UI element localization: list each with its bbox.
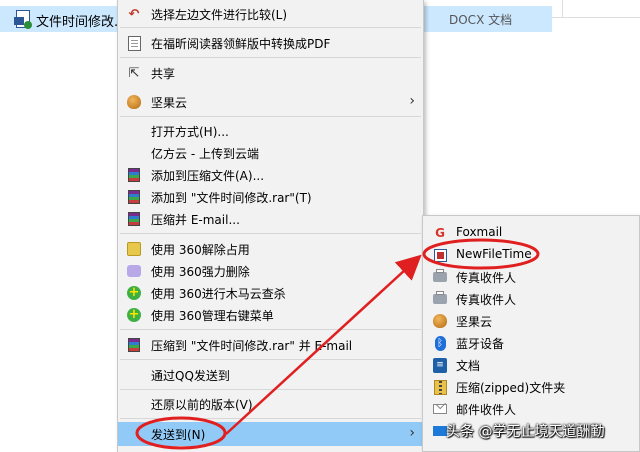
column-header-area: [552, 0, 640, 18]
360-scan-icon: +: [127, 285, 141, 300]
menu-item-label: 打开方式(H)...: [151, 125, 229, 139]
chevron-right-icon: ›: [409, 93, 415, 109]
nutstore-icon: [126, 94, 142, 110]
pdf-document-icon: [126, 35, 142, 51]
menu-item-compress-rar-email[interactable]: 压缩到 "文件时间修改.rar" 并 E-mail: [118, 334, 423, 356]
menu-item-label: 添加到压缩文件(A)...: [151, 169, 265, 183]
submenu-item-label: 文档: [456, 359, 481, 373]
submenu-item-label: 传真收件人: [456, 271, 517, 285]
menu-separator: [120, 233, 421, 234]
menu-item-label: 压缩并 E-mail...: [151, 213, 240, 227]
menu-separator: [120, 418, 421, 419]
menu-item-label: 在福昕阅读器领鲜版中转换成PDF: [151, 37, 331, 51]
submenu-item-label: NewFileTime: [456, 247, 532, 261]
menu-item-open-with[interactable]: 打开方式(H)...: [118, 120, 423, 142]
watermark-text: 头条 @学无止境天道酬勤: [446, 424, 605, 440]
submenu-item-fax-recipient[interactable]: 传真收件人: [423, 266, 639, 288]
menu-item-360-trojan-scan[interactable]: + 使用 360进行木马云查杀: [118, 282, 423, 304]
submenu-item-nutstore[interactable]: 坚果云: [423, 310, 639, 332]
share-icon: ⇱: [128, 65, 140, 81]
fax-icon: [432, 291, 448, 307]
submenu-item-foxmail[interactable]: G Foxmail: [423, 222, 639, 244]
submenu-item-label: 邮件收件人: [456, 403, 517, 417]
menu-item-label: 使用 360管理右键菜单: [151, 309, 274, 323]
menu-separator: [120, 57, 421, 58]
menu-item-share[interactable]: ⇱ 共享: [118, 62, 423, 84]
zip-folder-icon: [432, 379, 448, 395]
menu-item-label: 还原以前的版本(V): [151, 398, 253, 412]
context-menu: ↶ 选择左边文件进行比较(L) 在福昕阅读器领鲜版中转换成PDF ⇱ 共享 坚果…: [117, 0, 424, 452]
menu-item-label: 坚果云: [151, 96, 188, 110]
menu-separator: [120, 27, 421, 28]
menu-item-send-via-qq[interactable]: 通过QQ发送到: [118, 364, 423, 386]
winrar-icon: [126, 337, 142, 353]
submenu-item-label: Foxmail: [456, 225, 503, 239]
submenu-item-label: 压缩(zipped)文件夹: [456, 381, 566, 395]
winrar-icon: [126, 189, 142, 205]
360-shred-icon: [126, 263, 142, 279]
submenu-item-bluetooth[interactable]: ᛒ 蓝牙设备: [423, 332, 639, 354]
submenu-item-label: 蓝牙设备: [456, 337, 505, 351]
menu-separator: [120, 389, 421, 390]
menu-item-360-unlock[interactable]: 使用 360解除占用: [118, 238, 423, 260]
newfiletime-icon: [432, 247, 448, 263]
foxmail-icon: G: [435, 226, 445, 240]
submenu-item-fax-recipient-2[interactable]: 传真收件人: [423, 288, 639, 310]
submenu-item-label: 坚果云: [456, 315, 493, 329]
word-document-icon: [14, 10, 32, 29]
menu-item-nutstore[interactable]: 坚果云 ›: [118, 91, 423, 113]
fax-icon: [432, 269, 448, 285]
winrar-icon: [126, 211, 142, 227]
menu-item-label: 共享: [151, 67, 176, 81]
menu-item-label: 发送到(N): [151, 428, 206, 442]
menu-item-label: 使用 360进行木马云查杀: [151, 287, 286, 301]
winrar-icon: [126, 167, 142, 183]
send-to-submenu: G Foxmail NewFileTime 传真收件人 传真收件人 坚果云 ᛒ …: [422, 215, 640, 452]
menu-item-label: 添加到 "文件时间修改.rar"(T): [151, 191, 312, 205]
documents-icon: ≡: [432, 357, 448, 373]
menu-item-fangcloud-upload[interactable]: 亿方云 - 上传到云端: [118, 142, 423, 164]
submenu-item-mail-recipient[interactable]: 邮件收件人: [423, 398, 639, 420]
menu-item-add-to-archive[interactable]: 添加到压缩文件(A)...: [118, 164, 423, 186]
menu-item-label: 使用 360解除占用: [151, 243, 250, 257]
menu-item-label: 压缩到 "文件时间修改.rar" 并 E-mail: [151, 339, 353, 353]
bluetooth-icon: ᛒ: [432, 335, 448, 351]
chevron-right-icon: ›: [409, 425, 415, 441]
submenu-item-newfiletime[interactable]: NewFileTime: [423, 244, 639, 266]
submenu-item-zip-folder[interactable]: 压缩(zipped)文件夹: [423, 376, 639, 398]
menu-separator: [120, 329, 421, 330]
file-type: DOCX 文档: [449, 13, 513, 27]
menu-item-label: 通过QQ发送到: [151, 369, 230, 383]
menu-item-add-to-rar[interactable]: 添加到 "文件时间修改.rar"(T): [118, 186, 423, 208]
menu-separator: [120, 359, 421, 360]
menu-item-compare-left[interactable]: ↶ 选择左边文件进行比较(L): [118, 3, 423, 25]
menu-item-restore-versions[interactable]: 还原以前的版本(V): [118, 393, 423, 415]
menu-item-label: 选择左边文件进行比较(L): [151, 8, 288, 22]
file-name: 文件时间修改.d: [36, 15, 127, 30]
360-unlock-icon: [126, 241, 142, 257]
menu-item-label: 亿方云 - 上传到云端: [151, 147, 259, 161]
submenu-item-documents[interactable]: ≡ 文档: [423, 354, 639, 376]
menu-item-convert-pdf[interactable]: 在福昕阅读器领鲜版中转换成PDF: [118, 32, 423, 54]
menu-item-send-to[interactable]: 发送到(N) ›: [118, 422, 423, 446]
360-scan-icon: +: [127, 307, 141, 322]
menu-item-360-manage-menu[interactable]: + 使用 360管理右键菜单: [118, 304, 423, 326]
menu-item-360-shred[interactable]: 使用 360强力删除: [118, 260, 423, 282]
menu-item-label: 使用 360强力删除: [151, 265, 250, 279]
menu-item-compress-email[interactable]: 压缩并 E-mail...: [118, 208, 423, 230]
nutstore-icon: [432, 313, 448, 329]
undo-arrow-icon: ↶: [128, 6, 140, 22]
submenu-item-label: 传真收件人: [456, 293, 517, 307]
menu-separator: [120, 116, 421, 117]
column-divider: [562, 0, 563, 17]
mail-icon: [432, 401, 448, 417]
